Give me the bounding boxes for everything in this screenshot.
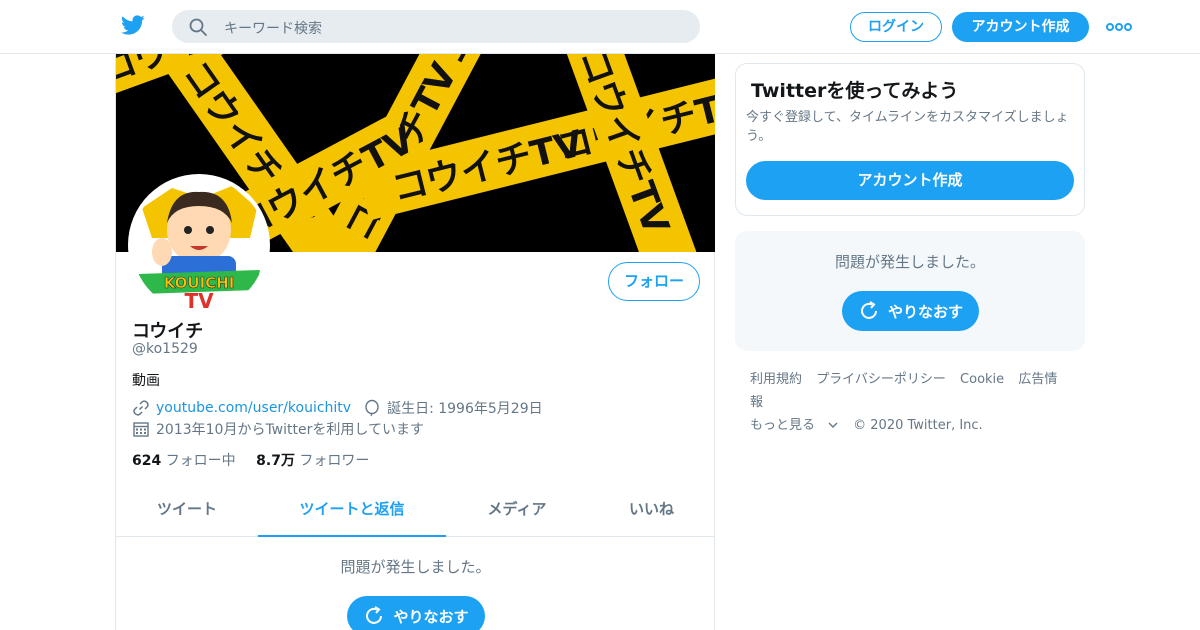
avatar-character-illustration: KOUICHI TV (132, 178, 266, 312)
profile-avatar[interactable]: KOUICHI TV (128, 174, 270, 316)
following-count: 624 (132, 453, 162, 469)
search-input[interactable]: キーワード検索 (172, 10, 700, 43)
svg-text:TV: TV (184, 289, 214, 312)
timeline-retry-label: やりなおす (393, 607, 469, 626)
signup-button[interactable]: アカウント作成 (952, 12, 1089, 42)
login-button[interactable]: ログイン (850, 12, 942, 42)
link-icon (133, 400, 149, 416)
profile-name[interactable]: コウイチ (132, 317, 203, 343)
followers-label: フォロワー (299, 453, 370, 469)
tab-tweets-and-replies[interactable]: ツイートと返信 (258, 482, 446, 537)
top-navigation-bar: キーワード検索 ログイン アカウント作成 (0, 0, 1200, 54)
profile-birthday: 誕生日: 1996年5月29日 (387, 401, 543, 417)
following-label: フォロー中 (165, 453, 236, 469)
sidebar-retry-button[interactable]: やりなおす (842, 291, 979, 331)
refresh-icon (861, 301, 877, 319)
chevron-down-icon (828, 422, 838, 428)
sidebar-retry-label: やりなおす (887, 302, 963, 321)
sidebar-footer: 利用規約 プライバシーポリシー Cookie 広告情報 もっと見る © 2020… (750, 368, 1080, 437)
profile-joined-date: 2013年10月からTwitterを利用しています (156, 422, 424, 438)
footer-link-cookie[interactable]: Cookie (960, 372, 1004, 387)
footer-more-button[interactable]: もっと見る (750, 418, 839, 433)
footer-copyright: © 2020 Twitter, Inc. (853, 418, 983, 433)
twitter-bird-icon[interactable] (120, 13, 146, 37)
tab-likes[interactable]: いいね (588, 482, 715, 537)
profile-handle[interactable]: @ko1529 (132, 341, 198, 357)
profile-column: コウイチTV コウイチTV コウイチTV コウイチTV コウイチTV コウイチT… (115, 54, 715, 630)
followers-stat[interactable]: 8.7万 フォロワー (256, 453, 369, 469)
signup-card-button[interactable]: アカウント作成 (746, 161, 1074, 200)
sidebar-error-message: 問題が発生しました。 (834, 253, 985, 271)
search-icon (189, 18, 207, 36)
footer-more-label: もっと見る (750, 418, 816, 433)
tab-media[interactable]: メディア (446, 482, 588, 537)
refresh-icon (366, 606, 383, 624)
sidebar-error-box: 問題が発生しました。 やりなおす (735, 231, 1085, 351)
followers-count: 8.7万 (256, 453, 295, 469)
more-options-icon[interactable] (1106, 17, 1132, 37)
footer-link-privacy[interactable]: プライバシーポリシー (816, 372, 946, 387)
profile-website-link[interactable]: youtube.com/user/kouichitv (156, 400, 351, 416)
birthday-balloon-icon (365, 399, 379, 417)
profile-joined-row: 2013年10月からTwitterを利用しています (132, 419, 424, 439)
search-placeholder: キーワード検索 (224, 21, 322, 37)
calendar-icon (133, 422, 149, 437)
following-stat[interactable]: 624 フォロー中 (132, 453, 236, 469)
tab-tweets[interactable]: ツイート (116, 482, 258, 537)
profile-bio: 動画 (132, 373, 160, 389)
follow-button[interactable]: フォロー (608, 262, 700, 301)
signup-card-title: Twitterを使ってみよう (751, 80, 959, 102)
timeline-retry-button[interactable]: やりなおす (347, 596, 485, 630)
profile-tabs: ツイート ツイートと返信 メディア いいね (116, 482, 715, 537)
footer-link-terms[interactable]: 利用規約 (750, 372, 802, 387)
signup-card-description: 今すぐ登録して、タイムラインをカスタマイズしましょう。 (746, 110, 1069, 144)
signup-card: Twitterを使ってみよう 今すぐ登録して、タイムラインをカスタマイズしましょ… (735, 63, 1085, 216)
profile-stats: 624 フォロー中 8.7万 フォロワー (132, 450, 369, 470)
timeline-error-message: 問題が発生しました。 (340, 558, 491, 576)
profile-meta-row: youtube.com/user/kouichitv 誕生日: 1996年5月2… (132, 398, 543, 418)
